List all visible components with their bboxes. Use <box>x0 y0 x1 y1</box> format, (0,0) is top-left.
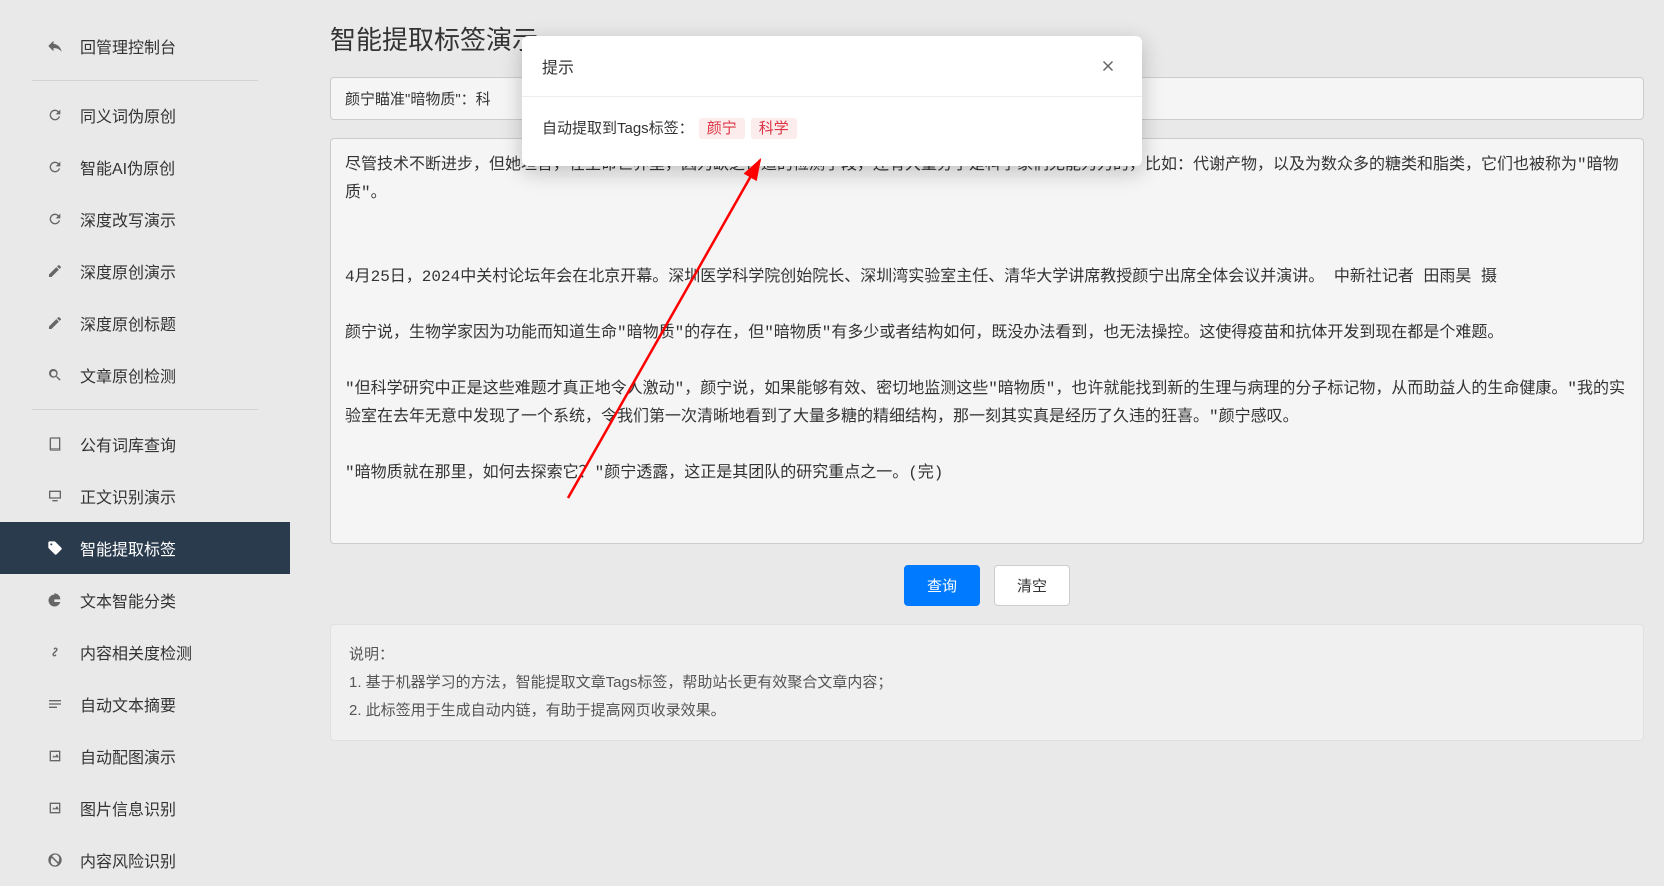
sidebar-item-label: 自动配图演示 <box>80 744 176 768</box>
sidebar-item[interactable]: 自动配图演示 <box>0 730 290 782</box>
content-textarea[interactable] <box>330 138 1644 544</box>
sidebar-item[interactable]: 正文识别演示 <box>0 470 290 522</box>
sidebar-item[interactable]: 深度原创标题 <box>0 297 290 349</box>
description-heading: 说明： <box>349 641 1625 669</box>
sidebar-item-label: 深度改写演示 <box>80 207 176 231</box>
sidebar-item-label: 内容相关度检测 <box>80 640 192 664</box>
modal-body-text: 自动提取到Tags标签： <box>542 117 694 138</box>
sidebar-item-label: 文章原创检测 <box>80 363 176 387</box>
sidebar-item-label: 文本智能分类 <box>80 588 176 612</box>
sidebar-group-1: 同义词伪原创智能AI伪原创深度改写演示深度原创演示深度原创标题文章原创检测 <box>0 89 290 401</box>
sidebar-item-label: 正文识别演示 <box>80 484 176 508</box>
sidebar-item[interactable]: 文本智能分类 <box>0 574 290 626</box>
button-row: 查询 清空 <box>330 565 1644 606</box>
description-box: 说明： 1. 基于机器学习的方法，智能提取文章Tags标签，帮助站长更有效聚合文… <box>330 624 1644 741</box>
sidebar-item[interactable]: 内容风险识别 <box>0 834 290 886</box>
sidebar-item[interactable]: 图片信息识别 <box>0 782 290 834</box>
sidebar: 回管理控制台 同义词伪原创智能AI伪原创深度改写演示深度原创演示深度原创标题文章… <box>0 20 290 876</box>
sidebar-item-label: 自动文本摘要 <box>80 692 176 716</box>
sidebar-item-label: 图片信息识别 <box>80 796 176 820</box>
sidebar-divider <box>32 80 258 81</box>
sidebar-item-label: 内容风险识别 <box>80 848 176 872</box>
sidebar-item[interactable]: 自动文本摘要 <box>0 678 290 730</box>
prompt-modal: 提示 自动提取到Tags标签： 颜宁科学 <box>522 36 1142 166</box>
sidebar-item[interactable]: 深度改写演示 <box>0 193 290 245</box>
close-icon[interactable] <box>1094 52 1122 80</box>
description-line: 1. 基于机器学习的方法，智能提取文章Tags标签，帮助站长更有效聚合文章内容； <box>349 669 1625 697</box>
link-icon <box>46 643 64 661</box>
description-line: 2. 此标签用于生成自动内链，有助于提高网页收录效果。 <box>349 697 1625 725</box>
sidebar-item[interactable]: 文章原创检测 <box>0 349 290 401</box>
edit-icon <box>46 314 64 332</box>
sidebar-item-label: 回管理控制台 <box>80 34 176 58</box>
image-icon <box>46 799 64 817</box>
bars-icon <box>46 695 64 713</box>
sidebar-item[interactable]: 同义词伪原创 <box>0 89 290 141</box>
back-to-admin-link[interactable]: 回管理控制台 <box>0 20 290 72</box>
monitor-icon <box>46 487 64 505</box>
sidebar-item-label: 公有词库查询 <box>80 432 176 456</box>
modal-title: 提示 <box>542 54 574 78</box>
sidebar-item-label: 同义词伪原创 <box>80 103 176 127</box>
sidebar-item-label: 深度原创演示 <box>80 259 176 283</box>
extracted-tag: 颜宁 <box>699 118 745 139</box>
search-icon <box>46 366 64 384</box>
sidebar-item[interactable]: 内容相关度检测 <box>0 626 290 678</box>
sidebar-item[interactable]: 公有词库查询 <box>0 418 290 470</box>
sidebar-item-label: 深度原创标题 <box>80 311 176 335</box>
query-button[interactable]: 查询 <box>904 565 980 606</box>
modal-tags-container: 颜宁科学 <box>696 117 800 138</box>
reply-icon <box>46 37 64 55</box>
ban-icon <box>46 851 64 869</box>
refresh-icon <box>46 106 64 124</box>
clear-button[interactable]: 清空 <box>994 565 1070 606</box>
sidebar-item-label: 智能提取标签 <box>80 536 176 560</box>
pie-icon <box>46 591 64 609</box>
tag-icon <box>46 539 64 557</box>
sidebar-item[interactable]: 智能AI伪原创 <box>0 141 290 193</box>
sidebar-item[interactable]: 深度原创演示 <box>0 245 290 297</box>
image-icon <box>46 747 64 765</box>
modal-body: 自动提取到Tags标签： 颜宁科学 <box>522 97 1142 166</box>
sidebar-item-label: 智能AI伪原创 <box>80 155 175 179</box>
sidebar-item[interactable]: 智能提取标签 <box>0 522 290 574</box>
edit-icon <box>46 262 64 280</box>
refresh-icon <box>46 158 64 176</box>
extracted-tag: 科学 <box>751 118 797 139</box>
sidebar-divider <box>32 409 258 410</box>
refresh-icon <box>46 210 64 228</box>
book-icon <box>46 435 64 453</box>
modal-header: 提示 <box>522 36 1142 97</box>
sidebar-group-2: 公有词库查询正文识别演示智能提取标签文本智能分类内容相关度检测自动文本摘要自动配… <box>0 418 290 886</box>
